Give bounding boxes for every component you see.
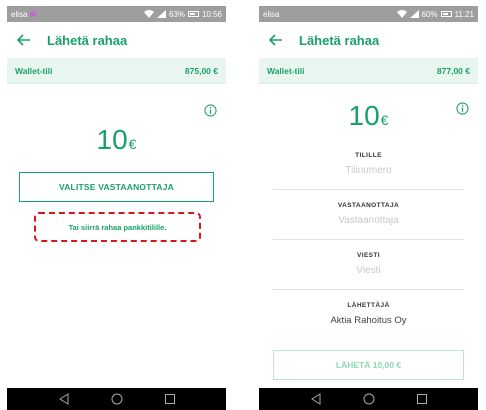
app-bar: Lähetä rahaa xyxy=(259,22,478,58)
wallet-account-bar: Wallet-tili 875,00 € xyxy=(7,58,226,84)
recipient-input[interactable] xyxy=(273,215,464,226)
bank-transfer-highlight: Tai siirrä rahaa pankkitilille. xyxy=(34,212,201,242)
wallet-label: Wallet-tili xyxy=(15,65,53,76)
recipient-field: VASTAANOTTAJA xyxy=(273,196,464,240)
phone-screen-left: elisa 63% 10:56 Lähetä rahaa Wallet-tili… xyxy=(7,6,226,410)
wallet-account-bar: Wallet-tili 877,00 € xyxy=(259,58,478,84)
wallet-label: Wallet-tili xyxy=(267,65,305,76)
amount-currency: € xyxy=(380,112,389,128)
wallet-balance: 875,00 € xyxy=(184,65,218,76)
clock: 10:56 xyxy=(201,9,222,19)
message-input[interactable] xyxy=(273,265,464,276)
battery-percent: 60% xyxy=(421,9,438,19)
back-arrow-icon[interactable] xyxy=(17,34,31,46)
sender-field: LÄHETTÄJÄ Aktia Rahoitus Oy xyxy=(273,296,464,340)
battery-icon xyxy=(187,11,199,17)
android-nav-bar xyxy=(259,388,478,410)
page-title: Lähetä rahaa xyxy=(47,32,128,48)
notification-icon xyxy=(30,11,37,17)
battery-percent: 63% xyxy=(168,9,185,19)
account-label: TILILLE xyxy=(355,152,382,159)
amount-display[interactable]: 10€ xyxy=(7,124,226,156)
nav-home-icon[interactable] xyxy=(363,393,375,405)
nav-recents-icon[interactable] xyxy=(164,393,176,405)
nav-recents-icon[interactable] xyxy=(416,393,428,405)
android-nav-bar xyxy=(7,388,226,410)
sender-value: Aktia Rahoitus Oy xyxy=(330,315,407,326)
wallet-balance: 877,00 € xyxy=(436,65,470,76)
message-field: VIESTI xyxy=(273,246,464,290)
battery-icon xyxy=(440,11,452,17)
amount-currency: € xyxy=(128,136,137,152)
signal-icon xyxy=(156,10,166,18)
back-arrow-icon[interactable] xyxy=(269,34,283,46)
carrier-name: elisa xyxy=(11,9,28,19)
status-bar: elisa 63% 10:56 xyxy=(7,6,226,22)
signal-icon xyxy=(409,10,419,18)
wifi-icon xyxy=(396,10,407,18)
message-label: VIESTI xyxy=(357,252,380,259)
carrier-name: elisa xyxy=(263,9,280,19)
phone-screen-right: elisa 60% 11:21 Lähetä rahaa Wallet-tili… xyxy=(259,6,478,410)
clock: 11:21 xyxy=(454,9,474,19)
account-number-input[interactable] xyxy=(273,165,464,176)
page-title: Lähetä rahaa xyxy=(299,32,380,48)
app-bar: Lähetä rahaa xyxy=(7,22,226,58)
nav-back-icon[interactable] xyxy=(310,393,322,405)
send-button[interactable]: LÄHETÄ 10,00 € xyxy=(273,350,464,380)
select-recipient-button[interactable]: VALITSE VASTAANOTTAJA xyxy=(19,172,214,202)
amount-value: 10 xyxy=(348,100,380,131)
info-icon[interactable] xyxy=(204,104,217,117)
wifi-icon xyxy=(143,10,154,18)
amount-display[interactable]: 10€ xyxy=(259,100,478,132)
recipient-label: VASTAANOTTAJA xyxy=(337,202,400,209)
bank-transfer-link[interactable]: Tai siirrä rahaa pankkitilille. xyxy=(69,223,167,232)
amount-value: 10 xyxy=(96,124,128,155)
account-field: TILILLE xyxy=(273,146,464,190)
sender-label: LÄHETTÄJÄ xyxy=(347,302,390,309)
nav-back-icon[interactable] xyxy=(58,393,70,405)
nav-home-icon[interactable] xyxy=(111,393,123,405)
status-bar: elisa 60% 11:21 xyxy=(259,6,478,22)
